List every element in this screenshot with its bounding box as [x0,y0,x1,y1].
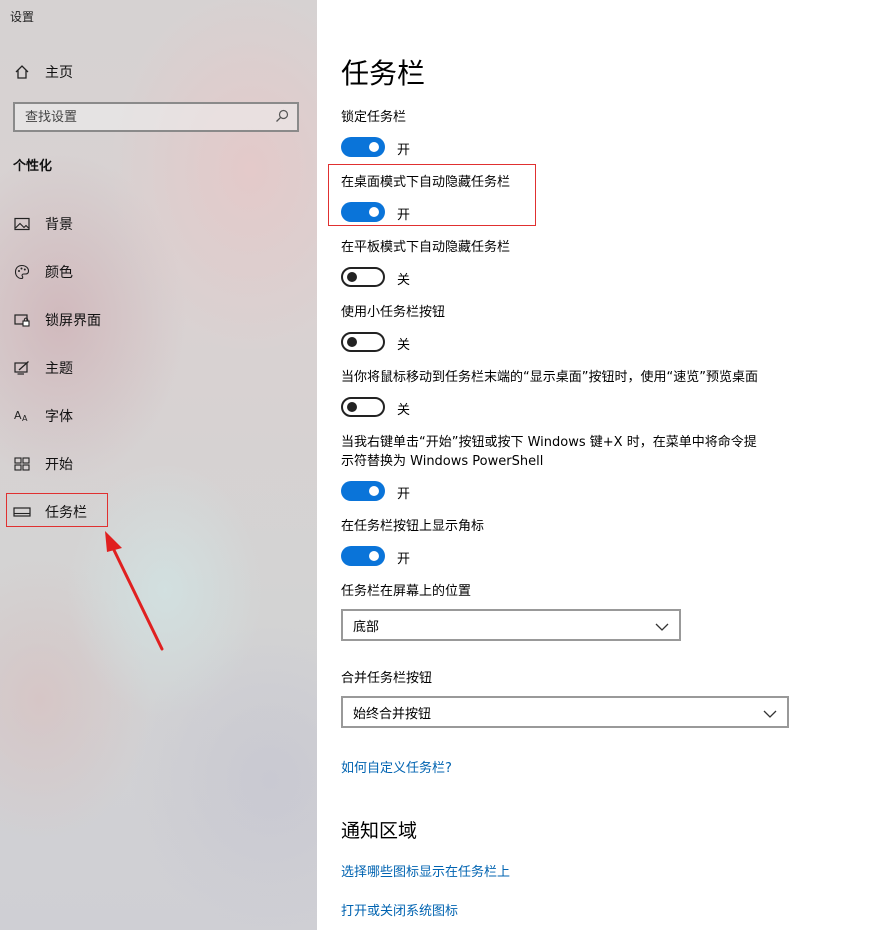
toggle-knob [369,207,379,217]
setting-label-peek: 当你将鼠标移动到任务栏末端的“显示桌面”按钮时，使用“速览”预览桌面 [341,370,758,385]
svg-text:A: A [14,409,22,422]
sidebar-item-label: 颜色 [45,265,73,281]
sidebar-item-label: 主页 [45,65,73,81]
toggle-state-text: 关 [397,273,411,288]
notification-area-title: 通知区域 [341,820,418,842]
setting-label-taskbar-position: 任务栏在屏幕上的位置 [341,584,472,599]
sidebar-item-start[interactable]: 开始 [13,454,73,474]
toggle-state-text: 关 [397,338,411,353]
sidebar-item-label: 字体 [45,409,73,425]
window-title: 设置 [10,10,35,24]
setting-label-combine-buttons: 合并任务栏按钮 [341,671,433,686]
annotation-highlight-box [6,493,108,527]
sidebar: 设置 主页 个性化 背景 颜色 锁屏界面 主题 [0,0,317,930]
toggle-knob [369,551,379,561]
sidebar-item-lock-screen[interactable]: 锁屏界面 [13,310,101,330]
toggle-knob [369,486,379,496]
sidebar-item-label: 开始 [45,457,73,473]
chevron-down-icon [655,616,669,635]
toggle-autohide-tablet[interactable] [341,267,385,287]
search-box[interactable] [13,102,299,132]
image-icon [13,215,31,233]
sidebar-item-colors[interactable]: 颜色 [13,262,73,282]
setting-label-small-buttons: 使用小任务栏按钮 [341,305,446,320]
toggle-state-text: 开 [397,208,411,223]
toggle-knob [347,402,357,412]
search-icon[interactable] [275,108,289,127]
dropdown-value: 始终合并按钮 [353,706,432,722]
font-icon: AA [13,407,31,425]
setting-label-autohide-tablet: 在平板模式下自动隐藏任务栏 [341,240,511,255]
taskbar-position-dropdown[interactable]: 底部 [341,609,681,641]
dropdown-value: 底部 [353,619,380,635]
start-icon [13,455,31,473]
system-icons-link[interactable]: 打开或关闭系统图标 [341,900,458,919]
toggle-badges[interactable] [341,546,385,566]
home-icon [13,63,31,81]
sidebar-item-label: 背景 [45,217,73,233]
page-title: 任务栏 [341,57,426,90]
combine-buttons-dropdown[interactable]: 始终合并按钮 [341,696,789,728]
toggle-state-text: 开 [397,487,411,502]
toggle-knob [369,142,379,152]
annotation-arrow [105,531,164,651]
setting-label-autohide-desktop: 在桌面模式下自动隐藏任务栏 [341,175,511,190]
lock-screen-icon [13,311,31,329]
toggle-state-text: 开 [397,552,411,567]
svg-text:A: A [22,414,28,423]
search-input[interactable] [25,109,245,125]
setting-label-lock-taskbar: 锁定任务栏 [341,110,407,125]
palette-icon [13,263,31,281]
sidebar-item-background[interactable]: 背景 [13,214,73,234]
sidebar-item-label: 锁屏界面 [45,313,101,329]
main-panel: 任务栏 锁定任务栏 开 在桌面模式下自动隐藏任务栏 开 在平板模式下自动隐藏任务… [317,0,870,930]
sidebar-item-themes[interactable]: 主题 [13,358,73,378]
toggle-small-buttons[interactable] [341,332,385,352]
toggle-powershell[interactable] [341,481,385,501]
setting-label-badges: 在任务栏按钮上显示角标 [341,519,485,534]
theme-icon [13,359,31,377]
customize-taskbar-link[interactable]: 如何自定义任务栏? [341,757,452,776]
toggle-peek[interactable] [341,397,385,417]
toggle-autohide-desktop[interactable] [341,202,385,222]
setting-label-powershell-line1: 当我右键单击“开始”按钮或按下 Windows 键+X 时，在菜单中将命令提 [341,435,757,450]
chevron-down-icon [763,703,777,722]
section-header-personalization: 个性化 [13,159,53,174]
toggle-knob [347,337,357,347]
sidebar-item-fonts[interactable]: AA 字体 [13,406,73,426]
toggle-state-text: 开 [397,143,411,158]
sidebar-item-home[interactable]: 主页 [13,62,73,82]
sidebar-item-label: 主题 [45,361,73,377]
select-taskbar-icons-link[interactable]: 选择哪些图标显示在任务栏上 [341,861,510,880]
toggle-knob [347,272,357,282]
setting-label-powershell-line2: 示符替换为 Windows PowerShell [341,454,544,469]
toggle-lock-taskbar[interactable] [341,137,385,157]
toggle-state-text: 关 [397,403,411,418]
